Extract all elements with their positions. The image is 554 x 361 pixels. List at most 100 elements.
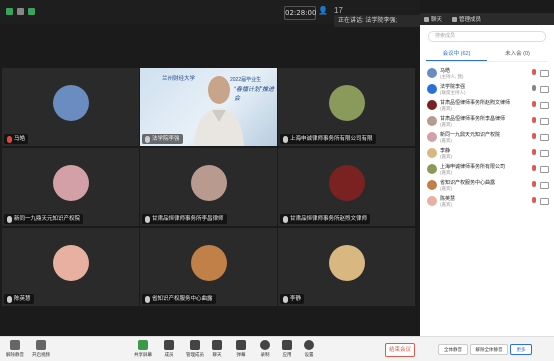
more-button[interactable]: 更多 [510, 344, 532, 355]
share-screen-button[interactable]: 共享屏幕 [132, 340, 154, 358]
camera-icon[interactable] [540, 70, 549, 77]
avatar [427, 116, 437, 126]
apps-icon [282, 340, 292, 350]
mic-icon [145, 135, 150, 143]
mic-icon[interactable] [532, 85, 536, 91]
camera-icon[interactable] [540, 118, 549, 125]
camera-icon[interactable] [540, 166, 549, 173]
avatar [427, 68, 437, 78]
tile-label: 省知识产权服务中心曲露 [142, 294, 216, 304]
video-tile[interactable]: 李静 [278, 228, 415, 306]
list-item[interactable]: 省知识产权服务中心曲露 (嘉宾) [420, 178, 554, 194]
video-tile[interactable]: 省知识产权服务中心曲露 [140, 228, 277, 306]
video-tile[interactable]: 甘肃品恒律师事务所李昌律师 [140, 148, 277, 226]
avatar [328, 245, 365, 281]
member-subtabs: 会议中 (62) 未入会 (0) [426, 46, 548, 62]
mic-muted-icon[interactable] [532, 117, 536, 123]
speaking-indicator: 正在讲话: 法学院李强; [334, 15, 422, 27]
video-tile[interactable]: 甘肃品恒律师事务所赵煦文律师 [278, 148, 415, 226]
unmute-all-button[interactable]: 解除全体静音 [470, 344, 508, 355]
avatar [427, 84, 437, 94]
list-item[interactable]: 上海申诚律师事务所有限公司 (嘉宾) [420, 162, 554, 178]
members-button[interactable]: 成员 [158, 340, 180, 358]
list-item[interactable]: 陈英慧 (嘉宾) [420, 194, 554, 210]
tile-label: 新同一九鼎天元知识产权院 [4, 214, 84, 224]
speaking-text: 正在讲话: 法学院李强; [338, 18, 398, 24]
avatar [427, 180, 437, 190]
tile-label: 甘肃品恒律师事务所赵煦文律师 [280, 214, 371, 224]
avatar [52, 245, 89, 281]
shield-icon[interactable] [6, 8, 13, 15]
list-item[interactable]: 新同一九鼎天元知识产权院 (嘉宾) [420, 130, 554, 146]
camera-icon[interactable] [540, 198, 549, 205]
members-icon [164, 340, 174, 350]
manage-members-button[interactable]: 管理成员 [184, 340, 206, 358]
list-item[interactable]: 李静 (嘉宾) [420, 146, 554, 162]
tile-label: 上海申诚律师事务所有限公司有限 [280, 134, 376, 144]
mic-icon [283, 135, 288, 143]
avatar [427, 132, 437, 142]
video-tile[interactable]: 陈英慧 [2, 228, 139, 306]
signal-icon[interactable] [28, 8, 35, 15]
unmute-button[interactable]: 解除静音 [4, 340, 26, 358]
list-item[interactable]: 甘肃品恒律师事务所赵煦文律师 (嘉宾) [420, 98, 554, 114]
tab-not-joined[interactable]: 未入会 (0) [487, 46, 548, 61]
tab-chat[interactable]: 聊天 [424, 15, 442, 23]
camera-icon [36, 340, 46, 350]
video-tile-active-speaker[interactable]: 兰州财经大学 2022届毕业生 “春播计划”推进会 法学院李强 [140, 68, 277, 146]
avatar [427, 164, 437, 174]
list-item[interactable]: 法学院李强 (联席主持人) [420, 82, 554, 98]
mic-icon [7, 295, 12, 303]
mute-all-button[interactable]: 全体静音 [438, 344, 468, 355]
mic-muted-icon[interactable] [532, 133, 536, 139]
video-tile[interactable]: 上海申诚律师事务所有限公司有限 [278, 68, 415, 146]
members-icon [452, 16, 458, 22]
mic-muted-icon[interactable] [532, 101, 536, 107]
mic-muted-icon[interactable] [532, 69, 536, 75]
tile-label: 甘肃品恒律师事务所李昌律师 [142, 214, 227, 224]
mic-icon [145, 295, 150, 303]
tile-label: 李静 [280, 294, 305, 304]
speaker-video [194, 76, 244, 146]
mic-muted-icon[interactable] [532, 149, 536, 155]
tab-manage-members[interactable]: 管理成员 [452, 15, 481, 23]
mic-muted-icon[interactable] [532, 197, 536, 203]
avatar [427, 148, 437, 158]
chat-icon [212, 340, 222, 350]
settings-button[interactable]: 设置 [298, 340, 320, 358]
end-meeting-button[interactable]: 结束会议 [385, 343, 415, 357]
mic-icon [283, 295, 288, 303]
tile-label: 陈英慧 [4, 294, 34, 304]
panel-tabs: 聊天 管理成员 [420, 13, 554, 25]
mic-muted-icon[interactable] [532, 181, 536, 187]
mic-icon [145, 215, 150, 223]
camera-icon[interactable] [540, 102, 549, 109]
danmu-button[interactable]: 弹幕 [230, 340, 252, 358]
info-icon[interactable] [17, 8, 24, 15]
video-tile[interactable]: 马皓 [2, 68, 139, 146]
camera-icon[interactable] [540, 150, 549, 157]
apps-button[interactable]: 应用 [276, 340, 298, 358]
record-icon [260, 340, 270, 350]
search-placeholder: 搜索成员 [435, 33, 456, 39]
video-tile[interactable]: 新同一九鼎天元知识产权院 [2, 148, 139, 226]
members-panel: 聊天 管理成员 搜索成员 会议中 (62) 未入会 (0) 马皓 (主持人, 我)… [420, 13, 554, 355]
chat-button[interactable]: 聊天 [206, 340, 228, 358]
camera-icon[interactable] [540, 134, 549, 141]
avatar [190, 165, 227, 201]
mic-icon [7, 215, 12, 223]
avatar [328, 85, 365, 121]
camera-icon[interactable] [540, 182, 549, 189]
list-item[interactable]: 甘肃品恒律师事务所李昌律师 (嘉宾) [420, 114, 554, 130]
camera-icon[interactable] [540, 86, 549, 93]
start-video-button[interactable]: 开启视频 [30, 340, 52, 358]
mic-icon [283, 215, 288, 223]
manage-members-icon [190, 340, 200, 350]
mic-muted-icon[interactable] [532, 165, 536, 171]
person-icon[interactable]: 👤 [318, 6, 328, 15]
tab-in-meeting[interactable]: 会议中 (62) [426, 46, 487, 61]
search-input[interactable]: 搜索成员 [428, 31, 546, 42]
record-button[interactable]: 录制 [254, 340, 276, 358]
list-item[interactable]: 马皓 (主持人, 我) [420, 66, 554, 82]
danmu-icon [236, 340, 246, 350]
